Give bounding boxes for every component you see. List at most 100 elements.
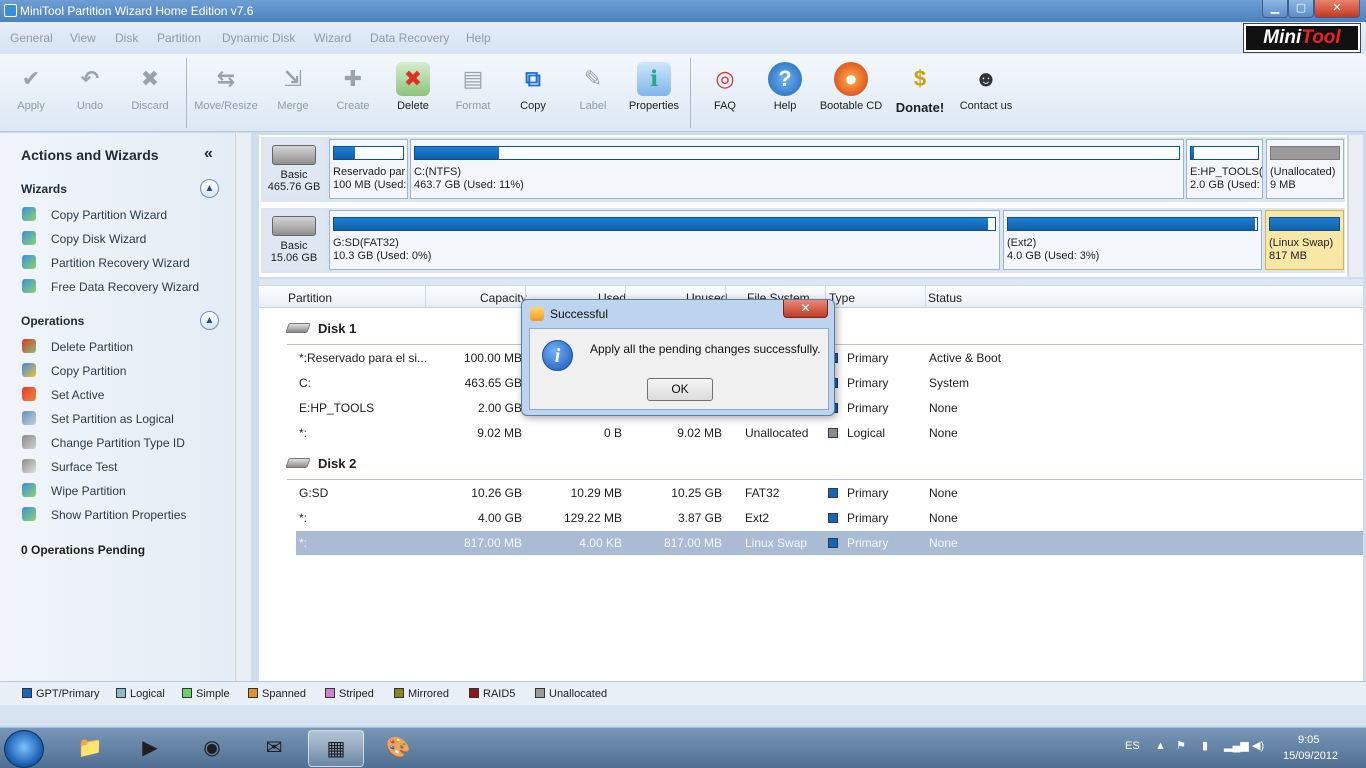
partition-recovery-wizard[interactable]: Partition Recovery Wizard — [22, 255, 190, 273]
copy-partition-wizard[interactable]: Copy Partition Wizard — [22, 207, 167, 225]
volume-icon[interactable]: ◀) — [1252, 739, 1264, 752]
menu-dynamic-disk[interactable]: Dynamic Disk — [222, 31, 295, 45]
cell-capacity: 2.00 GB — [477, 401, 522, 415]
properties-icon — [22, 507, 36, 521]
collapse-sidebar-icon[interactable]: « — [204, 145, 213, 163]
delete-partition-label: Delete Partition — [51, 340, 134, 354]
disk2-partition-ext2[interactable]: (Ext2) 4.0 GB (Used: 3%) — [1003, 210, 1262, 270]
disk1-info[interactable]: Basic 465.76 GB — [263, 139, 325, 199]
copy-partition-op[interactable]: Copy Partition — [22, 363, 126, 381]
paint-taskbar-icon[interactable]: 🎨 — [370, 730, 426, 767]
minimize-button[interactable]: ▁ — [1262, 0, 1288, 18]
properties-button[interactable]: ℹ Properties — [624, 62, 684, 112]
show-hidden-icons-icon[interactable]: ▲ — [1155, 740, 1166, 752]
dialog-close-button[interactable]: ✕ — [783, 300, 828, 318]
menu-disk[interactable]: Disk — [115, 31, 138, 45]
success-dialog: Successful ✕ i Apply all the pending cha… — [521, 299, 835, 416]
collapse-operations-icon[interactable]: ▲ — [200, 311, 219, 330]
format-button[interactable]: ▤ Format — [450, 62, 496, 112]
menu-help[interactable]: Help — [466, 31, 491, 45]
disk2-partition-swap[interactable]: (Linux Swap) 817 MB — [1265, 210, 1344, 270]
surface-test-op[interactable]: Surface Test — [22, 459, 117, 477]
help-button[interactable]: ? Help — [762, 62, 808, 112]
disk1-partition-reserved[interactable]: Reservado par 100 MB (Used: — [329, 139, 408, 199]
discard-button[interactable]: ✖ Discard — [126, 62, 174, 112]
delete-partition-op[interactable]: Delete Partition — [22, 339, 133, 357]
table-row[interactable]: G:SD 10.26 GB 10.29 MB 10.25 GB FAT32 Pr… — [296, 481, 1363, 505]
disk-map: Basic 465.76 GB Reservado par 100 MB (Us… — [259, 135, 1347, 277]
menu-general[interactable]: General — [10, 31, 53, 45]
bootable-cd-button[interactable]: ● Bootable CD — [818, 62, 884, 112]
apply-button[interactable]: ✔ Apply — [10, 62, 52, 112]
label-button[interactable]: ✎ Label — [570, 62, 616, 112]
partition-name: E:HP_TOOLS(F — [1190, 166, 1263, 178]
set-logical-op[interactable]: Set Partition as Logical — [22, 411, 174, 429]
ok-button[interactable]: OK — [647, 378, 713, 401]
chrome-taskbar-icon[interactable]: ◉ — [184, 730, 240, 767]
faq-button[interactable]: ◎ FAQ — [702, 62, 748, 112]
clock-time[interactable]: 9:05 — [1298, 734, 1319, 746]
language-indicator[interactable]: ES — [1125, 740, 1140, 752]
disk2-partition-g[interactable]: G:SD(FAT32) 10.3 GB (Used: 0%) — [329, 210, 1000, 270]
minitool-taskbar-icon[interactable]: ▦ — [308, 730, 364, 767]
disk2-header[interactable]: Disk 2 — [285, 456, 357, 471]
create-button[interactable]: ✚ Create — [330, 62, 376, 112]
explorer-taskbar-icon[interactable]: 📁 — [62, 730, 118, 767]
media-player-taskbar-icon[interactable]: ▶ — [122, 730, 178, 767]
legend-swatch — [182, 688, 192, 698]
organizer-taskbar-icon[interactable]: ✉ — [246, 730, 302, 767]
copy-disk-icon: ⧉ — [525, 66, 541, 91]
free-data-recovery-wizard[interactable]: Free Data Recovery Wizard — [22, 279, 199, 297]
change-type-id-op[interactable]: Change Partition Type ID — [22, 435, 185, 453]
sidebar-scrollbar[interactable] — [235, 133, 251, 681]
copy-disk-wizard[interactable]: Copy Disk Wizard — [22, 231, 146, 249]
cell-partition: E:HP_TOOLS — [299, 401, 375, 415]
wipe-partition-op[interactable]: Wipe Partition — [22, 483, 126, 501]
wizard-icon — [22, 207, 36, 221]
delete-button[interactable]: ✖ Delete — [390, 62, 436, 112]
disk2-info[interactable]: Basic 15.06 GB — [263, 210, 325, 270]
legend-logical: Logical — [116, 688, 165, 700]
maximize-button[interactable]: ▢ — [1288, 0, 1314, 18]
move-resize-button[interactable]: ⇆ Move/Resize — [193, 62, 259, 112]
col-partition[interactable]: Partition — [288, 291, 332, 305]
network-icon[interactable]: ▂▄▆ — [1224, 739, 1249, 752]
col-capacity[interactable]: Capacity — [480, 291, 527, 305]
set-active-op[interactable]: Set Active — [22, 387, 104, 405]
usage-bar — [1007, 217, 1258, 231]
disk1-partition-c[interactable]: C:(NTFS) 463.7 GB (Used: 11%) — [410, 139, 1184, 199]
show-properties-op[interactable]: Show Partition Properties — [22, 507, 186, 525]
collapse-wizards-icon[interactable]: ▲ — [200, 179, 219, 198]
col-status[interactable]: Status — [928, 291, 962, 305]
disk1-unallocated[interactable]: (Unallocated) 9 MB — [1266, 139, 1344, 199]
table-row[interactable]: *: 9.02 MB 0 B 9.02 MB Unallocated Logic… — [296, 421, 1363, 445]
donate-button[interactable]: $ Donate! — [892, 62, 948, 115]
legend-label: GPT/Primary — [36, 688, 100, 700]
contact-button[interactable]: ☻ Contact us — [956, 62, 1016, 112]
type-color-swatch — [828, 513, 838, 523]
undo-button[interactable]: ↶ Undo — [68, 62, 112, 112]
clock-date[interactable]: 15/09/2012 — [1283, 750, 1338, 762]
menu-data-recovery[interactable]: Data Recovery — [370, 31, 449, 45]
disk2-label: Disk 2 — [318, 456, 357, 471]
legend-striped: Striped — [325, 688, 374, 700]
disk-map-scrollbar[interactable] — [1348, 135, 1363, 277]
merge-button[interactable]: ⇲ Merge — [270, 62, 316, 112]
disk1-partition-hp-tools[interactable]: E:HP_TOOLS(F 2.0 GB (Used: — [1186, 139, 1263, 199]
create-label: Create — [336, 100, 370, 112]
disk2-map-row: Basic 15.06 GB G:SD(FAT32) 10.3 GB (Used… — [261, 208, 1345, 273]
copy-button[interactable]: ⧉ Copy — [510, 62, 556, 112]
disk1-header[interactable]: Disk 1 — [285, 321, 356, 336]
menu-partition[interactable]: Partition — [157, 31, 201, 45]
menu-wizard[interactable]: Wizard — [314, 31, 351, 45]
close-button[interactable]: ✕ — [1314, 0, 1360, 18]
action-center-icon[interactable]: ⚑ — [1176, 739, 1186, 752]
table-row-selected[interactable]: *: 817.00 MB 4.00 KB 817.00 MB Linux Swa… — [296, 531, 1363, 555]
dollar-icon: $ — [913, 66, 927, 91]
table-row[interactable]: *: 4.00 GB 129.22 MB 3.87 GB Ext2 Primar… — [296, 506, 1363, 530]
battery-icon[interactable]: ▮ — [1202, 739, 1208, 752]
start-button[interactable] — [4, 730, 44, 768]
pane-splitter[interactable] — [259, 279, 1363, 285]
menu-view[interactable]: View — [70, 31, 96, 45]
partition-name: C:(NTFS) — [414, 166, 462, 178]
